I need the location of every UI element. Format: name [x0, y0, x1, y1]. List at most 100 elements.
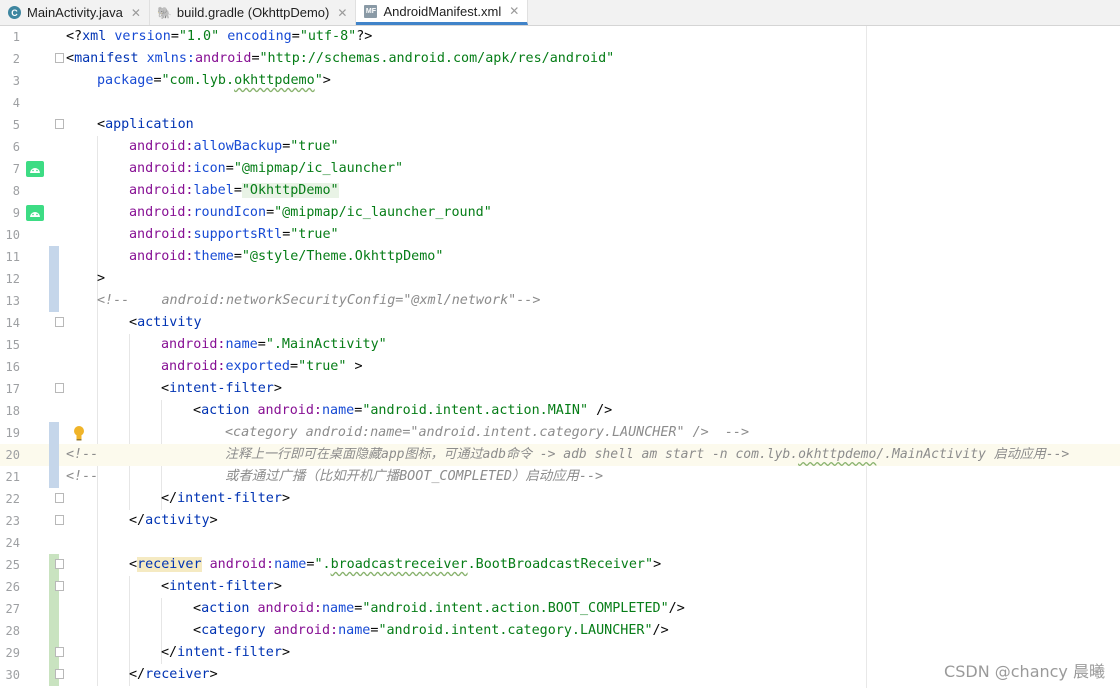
line-number: 19 [5, 426, 20, 440]
code-line: 7 android:icon="@mipmap/ic_launcher" [0, 158, 1120, 180]
code-line: 3 package="com.lyb.okhttpdemo"> [0, 70, 1120, 92]
code-editor[interactable]: 1 <?xml version="1.0" encoding="utf-8"?>… [0, 26, 1120, 688]
line-number: 18 [5, 404, 20, 418]
code-text: android:allowBackup="true" [129, 139, 339, 154]
fold-icon[interactable] [55, 53, 64, 63]
code-text: > [97, 271, 106, 286]
code-text: 或者通过广播（比如开机广播BOOT_COMPLETED）启动应用--> [225, 469, 604, 484]
fold-icon[interactable] [55, 493, 64, 503]
code-text: <manifest xmlns:android="http://schemas.… [66, 51, 615, 66]
line-number: 26 [5, 580, 20, 594]
line-number: 7 [12, 162, 20, 176]
gradle-elephant-icon: 🐘 [156, 5, 172, 20]
code-line: 5 <application [0, 114, 1120, 136]
code-text: <!-- [66, 447, 99, 462]
fold-icon[interactable] [55, 581, 64, 591]
code-text: <intent-filter> [161, 579, 282, 594]
change-marker[interactable] [49, 444, 59, 466]
line-number: 8 [12, 184, 20, 198]
code-text: <!-- [66, 422, 98, 444]
tab-label: AndroidManifest.xml [383, 3, 502, 19]
change-marker[interactable] [49, 598, 59, 620]
line-number: 4 [12, 96, 20, 110]
line-number: 28 [5, 624, 20, 638]
code-text: android:theme="@style/Theme.OkhttpDemo" [129, 249, 444, 264]
code-text: <intent-filter> [161, 381, 282, 396]
code-text: <application [97, 117, 194, 132]
code-line: 24 [0, 532, 1120, 554]
code-line: 19 <!-- <category android:name="android.… [0, 422, 1120, 444]
line-number: 24 [5, 536, 20, 550]
code-line: 18 <action android:name="android.intent.… [0, 400, 1120, 422]
code-text: android:label="OkhttpDemo" [129, 183, 339, 198]
change-marker[interactable] [49, 246, 59, 268]
code-text: <action android:name="android.intent.act… [193, 403, 613, 418]
change-marker[interactable] [49, 422, 59, 444]
code-line: 2 <manifest xmlns:android="http://schema… [0, 48, 1120, 70]
code-text: android:icon="@mipmap/ic_launcher" [129, 161, 404, 176]
close-icon[interactable]: ✕ [337, 6, 347, 20]
line-number: 25 [5, 558, 20, 572]
code-line: 14 <activity [0, 312, 1120, 334]
code-line: 11 android:theme="@style/Theme.OkhttpDem… [0, 246, 1120, 268]
fold-icon[interactable] [55, 559, 64, 569]
code-line: 12 > [0, 268, 1120, 290]
code-line: 21 <!-- 或者通过广播（比如开机广播BOOT_COMPLETED）启动应用… [0, 466, 1120, 488]
code-text: <action android:name="android.intent.act… [193, 601, 685, 616]
fold-icon[interactable] [55, 383, 64, 393]
code-line: 23 </activity> [0, 510, 1120, 532]
change-marker[interactable] [49, 466, 59, 488]
line-number: 13 [5, 294, 20, 308]
class-icon: C [8, 6, 21, 19]
android-icon[interactable] [26, 161, 44, 177]
code-text: </activity> [129, 513, 218, 528]
code-line: 15 android:name=".MainActivity" [0, 334, 1120, 356]
change-marker[interactable] [49, 620, 59, 642]
code-text: package="com.lyb.okhttpdemo"> [97, 73, 331, 88]
line-number: 17 [5, 382, 20, 396]
code-line: 10 android:supportsRtl="true" [0, 224, 1120, 246]
line-number: 21 [5, 470, 20, 484]
line-number: 6 [12, 140, 20, 154]
watermark: CSDN @chancy 晨曦 [944, 662, 1105, 681]
code-text: <?xml version="1.0" encoding="utf-8"?> [66, 29, 373, 44]
tab-build-gradle[interactable]: 🐘 build.gradle (OkhttpDemo) ✕ [150, 0, 357, 25]
fold-icon[interactable] [55, 647, 64, 657]
fold-icon[interactable] [55, 317, 64, 327]
code-text: android:supportsRtl="true" [129, 227, 339, 242]
line-number: 14 [5, 316, 20, 330]
manifest-file-icon: MF [364, 4, 378, 18]
line-number: 10 [5, 228, 20, 242]
change-marker[interactable] [49, 290, 59, 312]
tab-label: MainActivity.java [27, 5, 123, 20]
code-text: <category android:name="android.intent.c… [225, 425, 750, 440]
line-number: 22 [5, 492, 20, 506]
code-text: android:roundIcon="@mipmap/ic_launcher_r… [129, 205, 492, 220]
fold-icon[interactable] [55, 119, 64, 129]
line-number: 23 [5, 514, 20, 528]
close-icon[interactable]: ✕ [509, 4, 519, 18]
code-text: </intent-filter> [161, 645, 290, 660]
line-number: 9 [12, 206, 20, 220]
fold-icon[interactable] [55, 669, 64, 679]
close-icon[interactable]: ✕ [131, 6, 141, 20]
code-line: 9 android:roundIcon="@mipmap/ic_launcher… [0, 202, 1120, 224]
code-text: <receiver android:name=".broadcastreceiv… [129, 557, 662, 572]
code-line: 1 <?xml version="1.0" encoding="utf-8"?> [0, 26, 1120, 48]
line-number: 5 [12, 118, 20, 132]
change-marker[interactable] [49, 268, 59, 290]
code-text: <!-- android:networkSecurityConfig="@xml… [97, 293, 541, 308]
fold-icon[interactable] [55, 515, 64, 525]
code-line: 4 [0, 92, 1120, 114]
code-text: <activity [129, 315, 202, 330]
line-number: 11 [5, 250, 20, 264]
android-icon[interactable] [26, 205, 44, 221]
code-line: 22 </intent-filter> [0, 488, 1120, 510]
tab-main-activity[interactable]: C MainActivity.java ✕ [0, 0, 150, 25]
line-number: 12 [5, 272, 20, 286]
editor-tab-bar: C MainActivity.java ✕ 🐘 build.gradle (Ok… [0, 0, 1120, 26]
code-line: 25 <receiver android:name=".broadcastrec… [0, 554, 1120, 576]
code-line-current: 20 <!-- 注释上一行即可在桌面隐藏app图标，可通过adb命令 -> ad… [0, 444, 1120, 466]
line-number: 16 [5, 360, 20, 374]
tab-android-manifest[interactable]: MF AndroidManifest.xml ✕ [356, 0, 529, 25]
